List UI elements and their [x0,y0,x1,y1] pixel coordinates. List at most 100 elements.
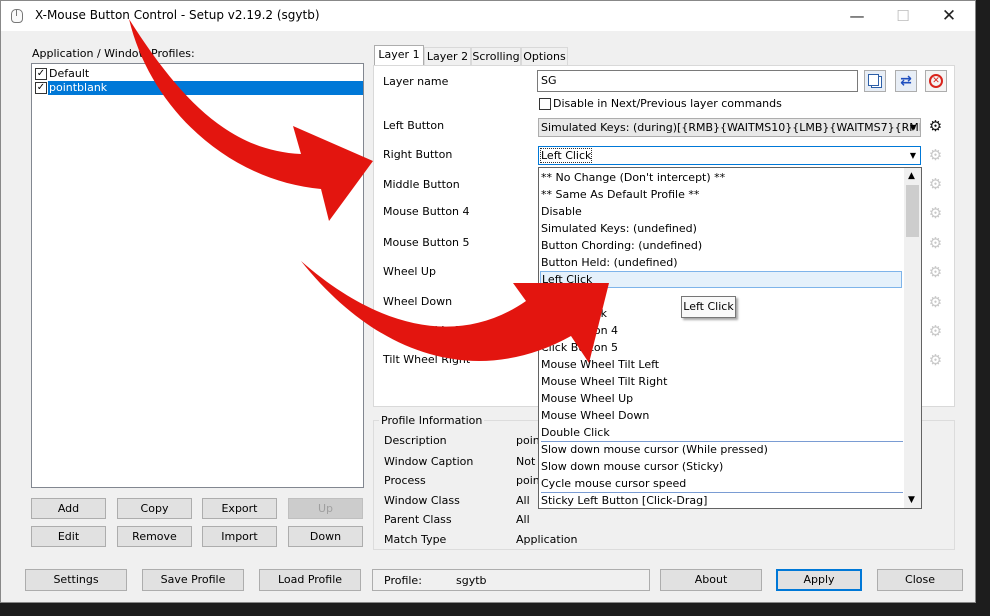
profiles-header: Application / Window Profiles: [32,47,195,60]
add-button[interactable]: Add [31,498,106,519]
scrollbar-thumb[interactable] [906,185,919,237]
dropdown-item[interactable]: Slow down mouse cursor (While pressed) [540,441,903,458]
window-class-label: Window Class [384,494,460,507]
about-button[interactable]: About [660,569,762,591]
left-button-select[interactable]: Simulated Keys: (during)[{RMB}{WAITMS10}… [538,118,921,137]
parent-class-value: All [516,513,530,526]
middle-button-label: Middle Button [383,178,460,191]
dropdown-item[interactable]: Cycle mouse cursor speed [540,475,903,492]
profile-status-value: sgytb [456,574,487,587]
mouse-button-4-label: Mouse Button 4 [383,205,470,218]
clear-layer-icon[interactable]: ✕ [925,70,947,92]
dropdown-item[interactable]: Simulated Keys: (undefined) [540,220,903,237]
dropdown-item[interactable]: Mouse Wheel Tilt Left [540,356,903,373]
profile-label: pointblank [48,81,363,95]
gear-icon[interactable]: ⚙ [926,234,945,253]
gear-icon[interactable]: ⚙ [926,322,945,341]
dropdown-item[interactable]: Mouse Wheel Down [540,407,903,424]
settings-button[interactable]: Settings [25,569,127,591]
disable-layer-label: Disable in Next/Previous layer commands [553,97,782,110]
right-button-select[interactable]: Left Click ▼ [538,146,921,165]
title-bar: X-Mouse Button Control - Setup v2.19.2 (… [1,1,975,31]
dropdown-item[interactable]: ** No Change (Don't intercept) ** [540,169,903,186]
copy-button[interactable]: Copy [117,498,192,519]
dropdown-item[interactable]: Click Button 4 [540,322,903,339]
layer-name-label: Layer name [383,75,449,88]
gear-icon[interactable]: ⚙ [926,146,945,165]
copy-layer-icon[interactable] [864,70,886,92]
profile-status-label: Profile: [384,574,422,587]
close-icon[interactable]: ✕ [926,1,972,31]
left-button-value: Simulated Keys: (during)[{RMB}{WAITMS10}… [541,121,921,134]
list-item[interactable]: ✓ pointblank [33,81,363,95]
dropdown-item[interactable]: Mouse Wheel Tilt Right [540,373,903,390]
wheel-up-label: Wheel Up [383,265,436,278]
scroll-up-icon[interactable]: ▲ [908,171,915,181]
list-item[interactable]: ✓ Default [33,67,362,81]
window-title: X-Mouse Button Control - Setup v2.19.2 (… [35,8,320,22]
gear-icon[interactable]: ⚙ [926,293,945,312]
profile-list[interactable]: ✓ Default ✓ pointblank [31,63,364,488]
apply-button[interactable]: Apply [776,569,862,591]
match-type-value: Application [516,533,578,546]
minimize-icon[interactable]: — [834,1,880,31]
wheel-down-label: Wheel Down [383,295,453,308]
tab-layer-2[interactable]: Layer 2 [424,47,471,66]
description-label: Description [384,434,447,447]
checkbox-default[interactable]: ✓ [35,68,47,80]
edit-button[interactable]: Edit [31,526,106,547]
profile-label: Default [49,67,90,80]
checkbox-pointblank[interactable]: ✓ [35,82,47,94]
save-profile-button[interactable]: Save Profile [142,569,244,591]
dropdown-item[interactable]: Button Chording: (undefined) [540,237,903,254]
disable-layer-checkbox[interactable] [539,98,551,110]
close-button[interactable]: Close [877,569,963,591]
tilt-right-label: Tilt Wheel Right [383,353,471,366]
up-button[interactable]: Up [288,498,363,519]
parent-class-label: Parent Class [384,513,452,526]
down-button[interactable]: Down [288,526,363,547]
maximize-icon[interactable]: ☐ [880,1,926,31]
gear-icon[interactable]: ⚙ [926,204,945,223]
gear-icon[interactable]: ⚙ [926,117,945,136]
dropdown-item[interactable]: Disable [540,203,903,220]
profile-status: Profile: sgytb [372,569,650,591]
mouse-button-5-label: Mouse Button 5 [383,236,470,249]
dropdown-item[interactable]: Sticky Left Button [Click-Drag] [540,492,903,508]
right-button-value: Left Click [539,148,593,163]
gear-icon[interactable]: ⚙ [926,351,945,370]
gear-icon[interactable]: ⚙ [926,175,945,194]
tilt-left-label: Tilt Wheel Left [383,324,462,337]
chevron-down-icon: ▼ [909,123,916,132]
profile-info-header: Profile Information [379,414,485,427]
scroll-down-icon[interactable]: ▼ [908,495,915,505]
tab-scrolling[interactable]: Scrolling [471,47,521,66]
chevron-down-icon: ▼ [909,151,916,160]
dropdown-item[interactable]: Slow down mouse cursor (Sticky) [540,458,903,475]
tab-options[interactable]: Options [521,47,568,66]
window-class-value: All [516,494,530,507]
action-dropdown-list[interactable]: ** No Change (Don't intercept) ** ** Same… [538,167,922,509]
left-button-label: Left Button [383,119,445,132]
window-caption-label: Window Caption [384,455,474,468]
gear-icon[interactable]: ⚙ [926,263,945,282]
load-profile-button[interactable]: Load Profile [259,569,361,591]
remove-button[interactable]: Remove [117,526,192,547]
export-button[interactable]: Export [202,498,277,519]
layer-name-input[interactable]: SG [537,70,858,92]
import-button[interactable]: Import [202,526,277,547]
process-label: Process [384,474,426,487]
dropdown-item[interactable]: Click Button 5 [540,339,903,356]
dropdown-item[interactable]: Left Click [540,271,902,288]
dropdown-item[interactable]: Button Held: (undefined) [540,254,903,271]
dropdown-item[interactable]: Double Click [540,424,903,441]
main-window: X-Mouse Button Control - Setup v2.19.2 (… [0,0,976,603]
dropdown-item[interactable]: ** Same As Default Profile ** [540,186,903,203]
app-icon [11,9,23,23]
dropdown-scrollbar[interactable]: ▲ ▼ [904,168,921,508]
dropdown-item[interactable]: Mouse Wheel Up [540,390,903,407]
swap-layer-icon[interactable]: ⇄ [895,70,917,92]
match-type-label: Match Type [384,533,447,546]
tooltip: Left Click [681,296,736,318]
tab-layer-1[interactable]: Layer 1 [374,45,424,66]
